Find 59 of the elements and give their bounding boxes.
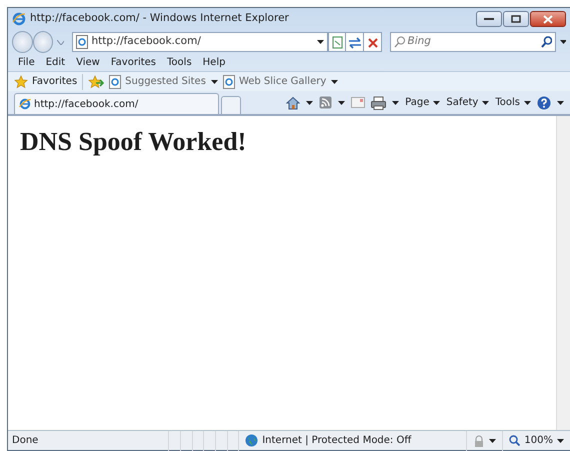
dropdown-icon[interactable] [557,100,564,104]
dropdown-icon[interactable] [338,100,346,104]
favorites-button[interactable]: Favorites [14,74,78,89]
add-favorite-icon[interactable] [88,74,104,88]
command-menu[interactable]: Tools [495,95,531,110]
browser-logo-icon [12,12,26,26]
address-bar[interactable]: http://facebook.com/ [72,32,328,52]
star-icon [14,74,28,88]
dropdown-icon[interactable] [482,100,490,104]
zoom-control[interactable]: 100% [502,430,570,450]
printer-icon[interactable] [371,96,386,110]
menu-item[interactable]: Tools [167,55,192,70]
menu-item[interactable]: View [76,55,100,70]
close-button[interactable] [530,11,566,27]
window-title: http://facebook.com/ - Windows Internet Explorer [30,11,289,26]
menu-item[interactable]: File [18,55,35,70]
menu-item[interactable]: Edit [46,55,66,70]
dropdown-icon[interactable] [489,438,496,442]
scrollbar[interactable] [556,116,570,430]
dropdown-icon[interactable] [392,100,400,104]
dropdown-icon[interactable] [306,100,314,104]
favorites-link[interactable]: Web Slice Gallery [222,74,326,89]
dropdown-icon[interactable] [331,80,338,84]
address-field[interactable]: http://facebook.com/ [91,34,314,50]
search-bar[interactable]: Bing [390,32,556,52]
feed-icon[interactable] [319,96,332,109]
page-heading: DNS Spoof Worked! [20,126,248,158]
dropdown-icon[interactable] [557,438,564,442]
page-icon [222,74,235,88]
favorites-link[interactable]: Suggested Sites [109,74,206,89]
menu-item[interactable]: Favorites [110,55,156,70]
close-icon [543,14,553,24]
dropdown-icon[interactable] [524,100,531,104]
menu-item[interactable]: Help [202,55,226,70]
refresh-icon[interactable] [346,32,364,52]
dropdown-icon[interactable] [560,40,566,44]
help-icon[interactable] [537,96,551,110]
search-icon [394,36,405,48]
dropdown-icon[interactable] [316,40,324,44]
page-icon [109,74,122,88]
dropdown-icon[interactable] [433,100,440,104]
dropdown-icon[interactable] [210,80,218,84]
maximize-icon [511,15,521,23]
search-icon[interactable] [540,36,552,48]
command-menu[interactable]: Page [405,95,440,110]
page-icon [76,35,88,49]
minimize-icon [484,17,494,21]
minimize-button[interactable] [476,11,502,27]
search-field[interactable]: Bing [408,34,538,50]
browser-tab[interactable]: http://facebook.com/ [14,93,219,114]
zoom-icon [509,435,520,446]
command-menu[interactable]: Safety [446,95,490,110]
browser-logo-icon [19,98,31,110]
maximize-button[interactable] [503,11,529,27]
home-icon[interactable] [286,96,300,110]
stop-icon[interactable] [364,32,382,52]
status-text: Done [11,434,40,448]
security-zone[interactable]: Internet | Protected Mode: Off [238,430,466,450]
globe-icon [245,434,258,447]
